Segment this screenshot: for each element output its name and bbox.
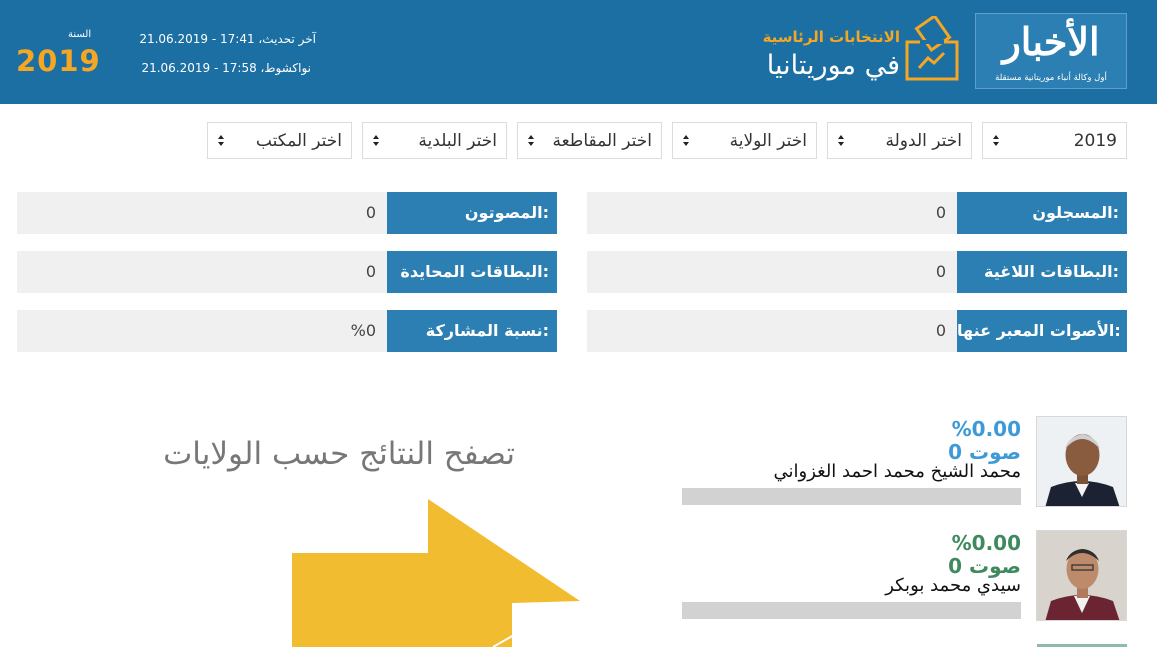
registered-value: 0	[587, 192, 957, 234]
site-header: الأخبار أول وكالة أنباء موريتانية مستقلة…	[0, 0, 1157, 104]
candidate-photo	[1036, 416, 1127, 507]
turnout-value: %0	[17, 310, 387, 352]
select-arrows-icon	[682, 132, 691, 150]
neutral-value: 0	[17, 251, 387, 293]
invalid-label: البطاقات اللاغية:	[957, 251, 1127, 293]
registered-label: المسجلون:	[957, 192, 1127, 234]
commune-select-value: اختر البلدية	[418, 131, 497, 151]
candidate-name: سيدي محمد بوبكر	[885, 575, 1021, 596]
commune-select[interactable]: اختر البلدية	[362, 122, 507, 159]
select-arrows-icon	[217, 132, 226, 150]
moughataa-select-value: اختر المقاطعة	[552, 131, 652, 151]
voters-value: 0	[17, 192, 387, 234]
turnout-label: نسبة المشاركة:	[387, 310, 557, 352]
logo-wordmark: الأخبار	[1002, 19, 1100, 64]
candidate-progress-bar	[682, 602, 1021, 619]
neutral-label: البطاقات المحايدة:	[387, 251, 557, 293]
candidate-name: محمد الشيخ محمد احمد الغزواني	[773, 461, 1022, 482]
office-select[interactable]: اختر المكتب	[207, 122, 352, 159]
year-select[interactable]: 2019	[982, 122, 1127, 159]
year-select-value: 2019	[1073, 131, 1117, 151]
candidate-percent: %0.00	[951, 417, 1021, 441]
candidate-portrait-icon	[1037, 417, 1126, 506]
logo-tagline: أول وكالة أنباء موريتانية مستقلة	[995, 73, 1107, 83]
candidate-progress-bar	[682, 488, 1021, 505]
expressed-value: 0	[587, 310, 957, 352]
wilaya-select-value: اختر الولاية	[729, 131, 807, 151]
select-arrows-icon	[527, 132, 536, 150]
select-arrows-icon	[372, 132, 381, 150]
year-value: 2019	[16, 44, 101, 78]
candidate-portrait-icon	[1037, 531, 1126, 620]
brand-subtitle: الانتخابات الرئاسية	[762, 28, 900, 46]
ballot-box-icon	[905, 16, 959, 81]
candidate-percent: %0.00	[951, 531, 1021, 555]
browse-arrow-icon[interactable]	[288, 495, 588, 647]
voters-label: المصوتون:	[387, 192, 557, 234]
last-update-text: آخر تحديث، 17:41 - 21.06.2019	[139, 32, 316, 46]
browse-by-wilaya-title: تصفح النتائج حسب الولايات	[163, 436, 515, 472]
select-arrows-icon	[992, 132, 1001, 150]
year-label: السنة	[68, 29, 92, 40]
wilaya-select[interactable]: اختر الولاية	[672, 122, 817, 159]
expressed-label: الأصوات المعبر عنها:	[957, 310, 1127, 352]
country-select[interactable]: اختر الدولة	[827, 122, 972, 159]
select-arrows-icon	[837, 132, 846, 150]
candidate-photo	[1036, 530, 1127, 621]
invalid-value: 0	[587, 251, 957, 293]
location-time-text: نواكشوط، 17:58 - 21.06.2019	[141, 61, 311, 75]
brand-title: في موريتانيا	[766, 50, 900, 81]
site-logo[interactable]: الأخبار أول وكالة أنباء موريتانية مستقلة	[975, 13, 1127, 89]
moughataa-select[interactable]: اختر المقاطعة	[517, 122, 662, 159]
office-select-value: اختر المكتب	[255, 131, 342, 151]
country-select-value: اختر الدولة	[885, 131, 962, 151]
